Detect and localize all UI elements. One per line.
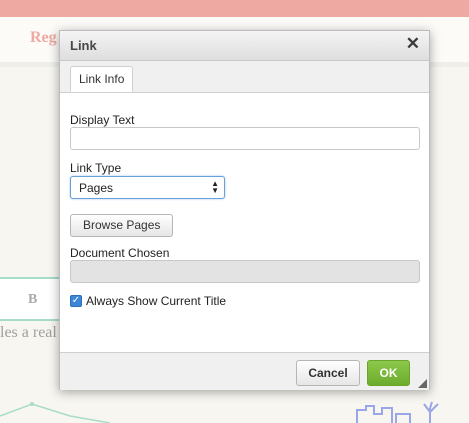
dialog-titlebar[interactable]: Link ✕: [60, 31, 429, 61]
link-type-select[interactable]: Pages ▲ ▼: [70, 176, 225, 199]
document-chosen-label: Document Chosen: [70, 246, 170, 260]
background-city-decoration: [356, 401, 439, 423]
always-show-title-checkbox[interactable]: ✓: [70, 295, 82, 307]
display-text-label: Display Text: [70, 113, 135, 127]
always-show-title-label[interactable]: Always Show Current Title: [86, 294, 226, 308]
background-top-bar: [0, 0, 469, 17]
dialog-footer: Cancel OK: [60, 352, 429, 390]
background-decoration-left: [0, 402, 110, 423]
link-type-label: Link Type: [70, 161, 122, 175]
resize-grip-icon[interactable]: [418, 379, 427, 388]
link-type-selected-value: Pages: [79, 181, 114, 195]
background-body-text: les a real: [0, 324, 57, 341]
background-card-label: B: [28, 292, 38, 307]
background-card: B: [0, 277, 60, 321]
select-arrows-icon: ▲ ▼: [211, 179, 219, 195]
browse-pages-button[interactable]: Browse Pages: [70, 214, 174, 237]
cancel-button[interactable]: Cancel: [296, 360, 360, 386]
display-text-input[interactable]: [70, 127, 420, 150]
tab-strip: Link Info: [60, 61, 429, 93]
ok-button[interactable]: OK: [367, 360, 410, 386]
document-chosen-field: [70, 260, 420, 283]
close-icon[interactable]: ✕: [406, 35, 420, 53]
dialog-title: Link: [70, 38, 97, 53]
link-dialog: Link ✕ Link Info Display Text Link Type …: [59, 30, 430, 390]
tab-link-info[interactable]: Link Info: [70, 66, 134, 92]
background-nav-text: Reg: [30, 29, 57, 46]
